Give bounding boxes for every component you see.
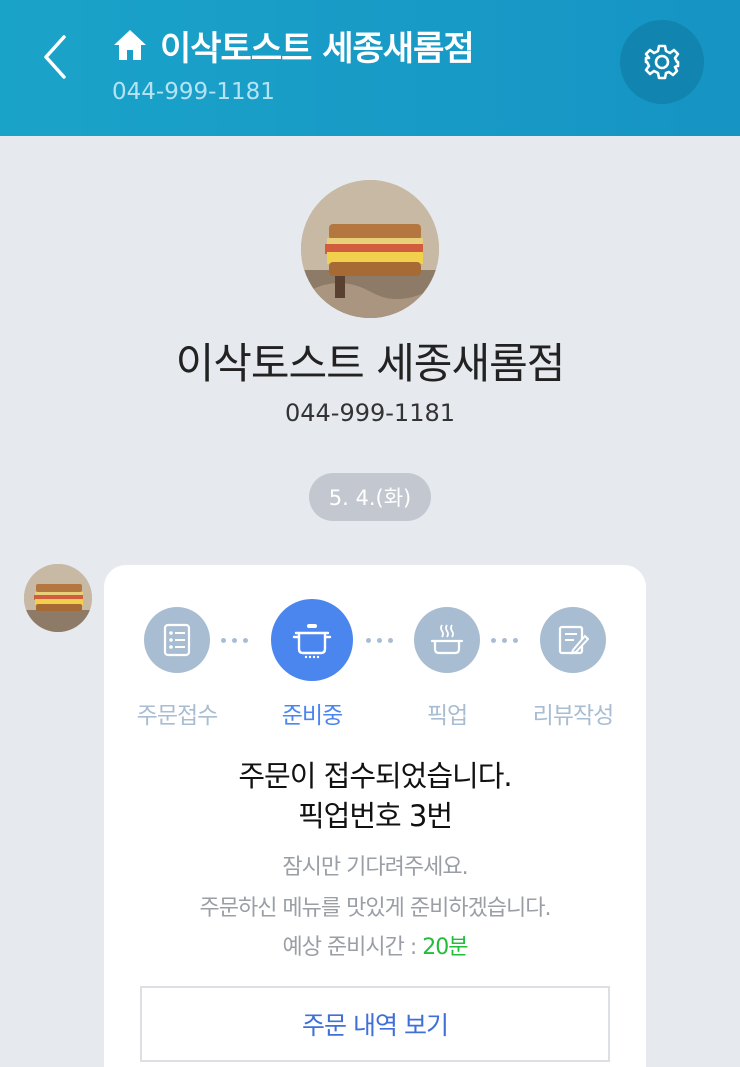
date-divider: 5. 4.(화) bbox=[309, 473, 431, 521]
back-button[interactable] bbox=[30, 30, 80, 84]
step-preparing bbox=[271, 599, 353, 681]
order-status-card: 주문접수 준비중 픽업 리뷰작성 주문이 접수되었습니다. 픽업번호 3번 잠시… bbox=[104, 565, 646, 1067]
home-icon bbox=[114, 30, 146, 60]
store-photo[interactable] bbox=[301, 180, 439, 318]
back-arrow-icon bbox=[44, 35, 66, 79]
step-label-preparing: 준비중 bbox=[281, 703, 343, 729]
step-order-received bbox=[144, 607, 210, 673]
step-label-write-review: 리뷰작성 bbox=[532, 703, 615, 729]
header-title: 이삭토스트 세종새롬점 bbox=[160, 28, 475, 69]
gear-icon bbox=[644, 44, 680, 80]
header-phone[interactable]: 044-999-1181 bbox=[112, 79, 275, 105]
settings-button[interactable] bbox=[620, 20, 704, 104]
food-bowl-icon bbox=[430, 624, 464, 655]
prep-time-line: 예상 준비시간 : 20분 bbox=[104, 929, 646, 961]
step-write-review bbox=[540, 607, 606, 673]
step-label-pickup: 픽업 bbox=[426, 703, 468, 729]
prep-time-value: 20분 bbox=[422, 935, 468, 960]
prep-time-label: 예상 준비시간 : bbox=[282, 935, 423, 960]
prepare-message: 주문하신 메뉴를 맛있게 준비하겠습니다. bbox=[199, 896, 551, 921]
store-phone[interactable]: 044-999-1181 bbox=[0, 399, 740, 427]
toast-image bbox=[301, 180, 439, 318]
store-avatar[interactable] bbox=[24, 564, 92, 632]
order-received-message: 주문이 접수되었습니다. bbox=[238, 759, 512, 793]
step-pickup bbox=[414, 607, 480, 673]
order-list-icon bbox=[163, 623, 191, 657]
pickup-number: 픽업번호 3번 bbox=[297, 799, 453, 833]
app-header: 이삭토스트 세종새롬점 044-999-1181 bbox=[0, 0, 740, 136]
view-order-history-button[interactable]: 주문 내역 보기 bbox=[140, 986, 610, 1062]
toast-thumbnail bbox=[24, 564, 92, 632]
wait-message: 잠시만 기다려주세요. bbox=[282, 855, 468, 880]
step-label-order-received: 주문접수 bbox=[136, 703, 219, 729]
store-name: 이삭토스트 세종새롬점 bbox=[175, 339, 566, 388]
write-review-icon bbox=[558, 625, 589, 655]
cooking-pot-icon bbox=[292, 624, 332, 659]
